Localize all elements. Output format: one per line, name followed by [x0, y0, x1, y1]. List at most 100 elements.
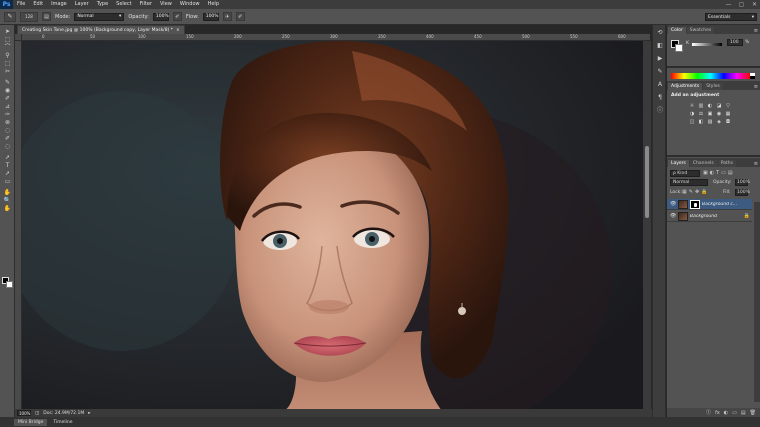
gradient-map-icon[interactable]: ◈	[716, 119, 722, 125]
lock-all-icon[interactable]: 🔒	[701, 189, 707, 195]
flow-field[interactable]: 100%	[202, 12, 219, 21]
channel-k-slider[interactable]	[692, 43, 722, 46]
invert-icon[interactable]: ◫	[689, 119, 695, 125]
channel-k-value[interactable]: 100	[727, 39, 743, 46]
blur-tool-icon[interactable]: ✐	[2, 135, 13, 143]
menu-view[interactable]: View	[156, 0, 176, 9]
opacity-field[interactable]: 100%	[152, 12, 169, 21]
marquee-tool-icon[interactable]: ⬚	[2, 36, 13, 44]
brightness-contrast-icon[interactable]: ☼	[689, 103, 695, 109]
tab-styles[interactable]: Styles	[703, 83, 723, 90]
menu-image[interactable]: Image	[47, 0, 71, 9]
mode-select[interactable]: Normal ▾	[74, 12, 125, 21]
eye-icon[interactable]: 👁	[670, 213, 676, 219]
brush-tool-icon[interactable]: ✐	[2, 95, 13, 103]
character-panel-icon[interactable]: A	[655, 80, 665, 90]
move-tool-icon[interactable]: ➤	[2, 28, 13, 36]
eyedropper-tool-icon[interactable]: ✎	[2, 79, 13, 87]
brush-size-picker[interactable]: 128	[20, 11, 38, 22]
extra-tools-icon[interactable]: ✋	[2, 205, 13, 213]
healing-brush-tool-icon[interactable]: ◉	[2, 87, 13, 95]
vibrance-icon[interactable]: ▽	[725, 103, 731, 109]
color-spectrum-ramp[interactable]	[671, 73, 750, 79]
close-button[interactable]: ✕	[751, 1, 758, 8]
layer-row-background[interactable]: 👁 Background 🔒	[667, 211, 752, 222]
vertical-scrollbar[interactable]	[643, 41, 651, 411]
layer-row-background-copy[interactable]: 👁 Background c...	[667, 199, 752, 210]
selective-color-icon[interactable]: ◘	[725, 119, 731, 125]
properties-panel-icon[interactable]: ◧	[655, 41, 665, 51]
tab-swatches[interactable]: Swatches	[686, 27, 715, 34]
background-color-swatch[interactable]	[6, 281, 13, 288]
airbrush-toggle[interactable]: ✈	[222, 12, 232, 21]
lasso-tool-icon[interactable]: ⌒	[2, 44, 13, 52]
type-tool-icon[interactable]: T	[2, 162, 13, 170]
smart-object-filter-icon[interactable]: ▤	[728, 170, 733, 176]
eraser-tool-icon[interactable]: ⊗	[2, 119, 13, 127]
exposure-icon[interactable]: ◪	[716, 103, 722, 109]
menu-layer[interactable]: Layer	[71, 0, 93, 9]
menu-edit[interactable]: Edit	[29, 0, 47, 9]
quick-select-tool-icon[interactable]: ⚲	[2, 52, 13, 60]
panel-menu-icon[interactable]: ≡	[754, 161, 760, 167]
fill-field[interactable]: 100%	[735, 189, 750, 196]
document-tab[interactable]: Creating Skin Tone.jpg @ 100% (Backgroun…	[17, 25, 185, 34]
lock-pixels-icon[interactable]: ✎	[689, 189, 693, 195]
blend-mode-select[interactable]: Normal	[670, 179, 708, 186]
path-select-tool-icon[interactable]: ➚	[2, 170, 13, 178]
canvas[interactable]	[22, 41, 643, 411]
pressure-size-toggle[interactable]: ✐	[235, 12, 245, 21]
tab-timeline[interactable]: Timeline	[53, 420, 72, 425]
zoom-level-field[interactable]: 100%	[17, 410, 31, 416]
menu-file[interactable]: File	[13, 0, 29, 9]
levels-icon[interactable]: ▥	[698, 103, 704, 109]
new-group-icon[interactable]: ▤	[741, 410, 746, 416]
photo-filter-icon[interactable]: ◉	[716, 111, 722, 117]
eye-icon[interactable]: 👁	[670, 201, 676, 207]
paragraph-panel-icon[interactable]: ¶	[655, 93, 665, 103]
status-menu-arrow-icon[interactable]: ▸	[88, 411, 90, 416]
brush-panel-toggle[interactable]: ▤	[42, 12, 51, 21]
gradient-tool-icon[interactable]: ◌	[2, 127, 13, 135]
pixel-filter-icon[interactable]: ▣	[703, 170, 708, 176]
type-filter-icon[interactable]: T	[716, 170, 719, 176]
trash-icon[interactable]: 🗑	[750, 410, 756, 416]
add-mask-icon[interactable]: ◐	[724, 410, 728, 416]
tab-adjustments[interactable]: Adjustments	[668, 83, 703, 90]
menu-type[interactable]: Type	[93, 0, 112, 9]
hue-saturation-icon[interactable]: ◑	[689, 111, 695, 117]
history-panel-icon[interactable]: ⟲	[655, 28, 665, 38]
lock-position-icon[interactable]: ✥	[695, 189, 699, 195]
hand-tool-icon[interactable]: ✋	[2, 189, 13, 197]
black-white-icon[interactable]: ▣	[707, 111, 713, 117]
curves-icon[interactable]: ◐	[707, 103, 713, 109]
lock-transparent-icon[interactable]: ▦	[682, 189, 687, 195]
layer-filter-kind-select[interactable]: ρ Kind	[670, 170, 700, 177]
menu-help[interactable]: Help	[204, 0, 223, 9]
info-panel-icon[interactable]: ⓘ	[655, 106, 665, 116]
menu-select[interactable]: Select	[112, 0, 135, 9]
shape-filter-icon[interactable]: ▭	[721, 170, 726, 176]
tab-layers[interactable]: Layers	[668, 160, 689, 167]
vertical-scroll-thumb[interactable]	[645, 146, 649, 218]
clone-stamp-tool-icon[interactable]: ⊿	[2, 103, 13, 111]
black-white-ramp[interactable]	[750, 73, 755, 79]
pressure-opacity-toggle[interactable]: ✐	[172, 12, 182, 21]
shape-tool-icon[interactable]: ▭	[2, 178, 13, 186]
maximize-button[interactable]: ▢	[738, 1, 745, 8]
threshold-icon[interactable]: ▨	[707, 119, 713, 125]
new-fill-layer-icon[interactable]: ▭	[732, 410, 737, 416]
document-info-icon[interactable]: ◫	[35, 411, 39, 416]
zoom-tool-icon[interactable]: 🔍	[2, 197, 13, 205]
link-layers-icon[interactable]: ⓕ	[706, 409, 711, 416]
vertical-ruler[interactable]	[15, 41, 22, 421]
color-panel-background-swatch[interactable]	[675, 44, 683, 52]
close-icon[interactable]: ×	[176, 28, 180, 33]
tab-mini-bridge[interactable]: Mini Bridge	[14, 418, 48, 426]
actions-panel-icon[interactable]: ▶	[655, 54, 665, 64]
dodge-tool-icon[interactable]: ◌	[2, 143, 13, 151]
color-balance-icon[interactable]: ⚖	[698, 111, 704, 117]
tab-color[interactable]: Color	[668, 27, 686, 34]
posterize-icon[interactable]: ◧	[698, 119, 704, 125]
layer-opacity-field[interactable]: 100%	[735, 179, 750, 186]
